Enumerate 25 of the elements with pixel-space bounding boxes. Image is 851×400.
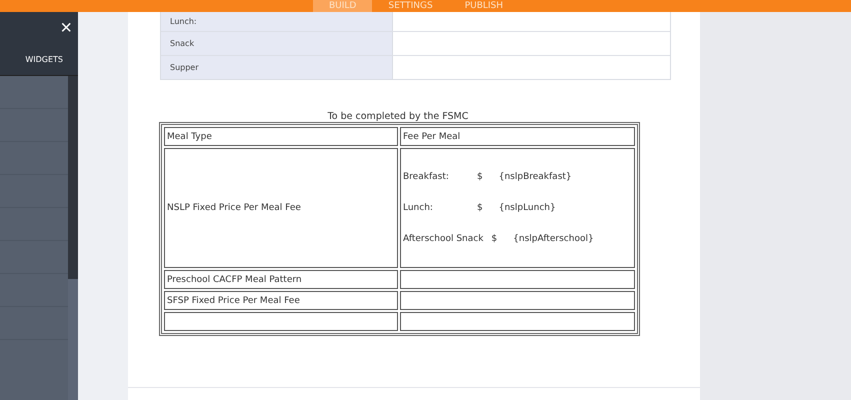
table-caption: To be completed by the FSMC xyxy=(326,111,470,122)
table-cell: Snack xyxy=(161,32,393,55)
table-cell: NSLP Fixed Price Per Meal Fee xyxy=(164,148,398,268)
currency-sign: $ xyxy=(477,172,483,182)
table-cell: Preschool CACFP Meal Pattern xyxy=(164,270,398,289)
table-cell: Supper xyxy=(161,56,393,79)
fee-label: Afterschool Snack xyxy=(403,234,484,244)
placeholder-token: {nslpBreakfast} xyxy=(498,172,572,182)
nav-tab[interactable]: PUBLISH xyxy=(448,0,520,12)
nav-tab[interactable]: SETTINGS xyxy=(372,0,449,12)
widgets-tab[interactable]: WIDGETS xyxy=(25,55,78,64)
scrollbar-thumb[interactable] xyxy=(68,76,78,279)
table-cell: SFSP Fixed Price Per Meal Fee xyxy=(164,291,398,310)
currency-sign: $ xyxy=(491,234,498,244)
close-button[interactable]: × xyxy=(54,18,78,38)
scrollbar[interactable] xyxy=(68,76,78,400)
column-header: Meal Type xyxy=(164,127,398,146)
column-header: Fee Per Meal xyxy=(400,127,635,146)
fee-label: Lunch: xyxy=(403,203,434,213)
currency-sign: $ xyxy=(477,203,483,213)
table-cell: Lunch: xyxy=(161,12,393,31)
placeholder-token: {nslpAfterschool} xyxy=(513,234,594,244)
placeholder-token: {nslpLunch} xyxy=(498,203,556,213)
fee-label: Breakfast: xyxy=(403,172,450,182)
nav-tab[interactable]: BUILD xyxy=(313,0,372,12)
